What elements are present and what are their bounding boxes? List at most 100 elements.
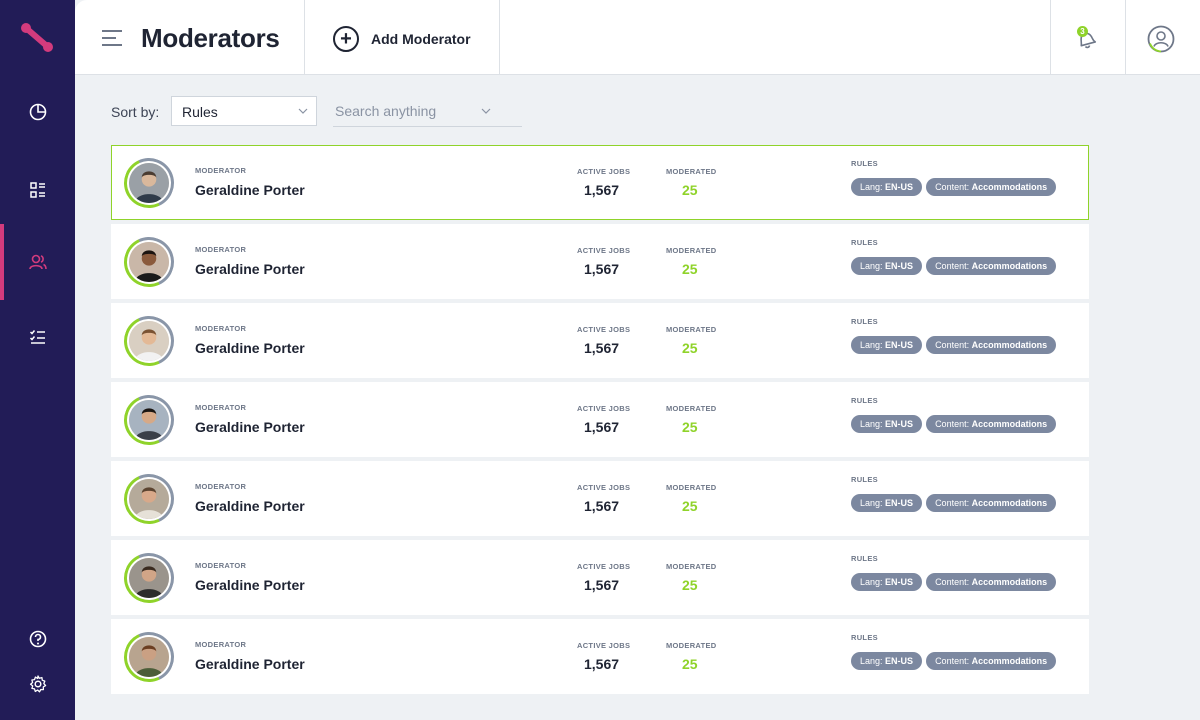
- content-rule-tag[interactable]: Content: Accommodations: [926, 573, 1057, 591]
- moderated-value: 25: [682, 498, 698, 514]
- moderator-row[interactable]: MODERATOR Geraldine Porter ACTIVE JOBS 1…: [111, 145, 1089, 220]
- active-jobs-value: 1,567: [584, 419, 620, 435]
- add-moderator-button[interactable]: + Add Moderator: [333, 26, 471, 52]
- moderator-row[interactable]: MODERATOR Geraldine Porter ACTIVE JOBS 1…: [111, 303, 1089, 378]
- checklist-icon: [29, 330, 45, 344]
- active-jobs-value: 1,567: [584, 182, 620, 198]
- content-rule-tag[interactable]: Content: Accommodations: [926, 494, 1057, 512]
- moderator-row[interactable]: MODERATOR Geraldine Porter ACTIVE JOBS 1…: [111, 224, 1089, 299]
- moderated-column-label: MODERATED: [666, 325, 717, 334]
- moderator-column-label: MODERATOR: [195, 640, 247, 649]
- lang-rule-tag[interactable]: Lang: EN-US: [851, 178, 923, 196]
- avatar-progress-ring: [116, 624, 182, 690]
- gear-icon: [29, 675, 46, 693]
- rule-tags: Lang: EN-US Content: Accommodations: [851, 494, 1057, 512]
- content-rule-tag[interactable]: Content: Accommodations: [926, 257, 1057, 275]
- person-silhouette-icon: [129, 321, 169, 361]
- rule-tags: Lang: EN-US Content: Accommodations: [851, 178, 1057, 196]
- plus-icon: +: [333, 26, 359, 52]
- moderator-name: Geraldine Porter: [195, 577, 305, 593]
- nav-tasks[interactable]: [0, 315, 75, 359]
- help-icon: [29, 630, 46, 648]
- active-jobs-column-label: ACTIVE JOBS: [577, 483, 631, 492]
- active-jobs-value: 1,567: [584, 577, 620, 593]
- moderated-column-label: MODERATED: [666, 562, 717, 571]
- avatar-progress-ring: [116, 150, 182, 216]
- moderated-value: 25: [682, 656, 698, 672]
- page-title: Moderators: [141, 23, 280, 53]
- rules-column-label: RULES: [851, 238, 878, 247]
- moderated-value: 25: [682, 577, 698, 593]
- lang-rule-tag[interactable]: Lang: EN-US: [851, 652, 923, 670]
- avatar: [129, 400, 169, 440]
- moderator-column-label: MODERATOR: [195, 166, 247, 175]
- avatar-progress-ring: [116, 387, 182, 453]
- nav-dashboard[interactable]: [0, 90, 75, 134]
- moderator-row[interactable]: MODERATOR Geraldine Porter ACTIVE JOBS 1…: [111, 461, 1089, 536]
- active-jobs-column-label: ACTIVE JOBS: [577, 167, 631, 176]
- person-silhouette-icon: [129, 479, 169, 519]
- rule-tags: Lang: EN-US Content: Accommodations: [851, 257, 1057, 275]
- moderator-column-label: MODERATOR: [195, 403, 247, 412]
- brand-logo-icon[interactable]: [18, 20, 58, 56]
- sort-select[interactable]: Rules: [171, 96, 317, 126]
- user-profile-button[interactable]: [1147, 25, 1175, 53]
- rules-column-label: RULES: [851, 633, 878, 642]
- content-rule-tag[interactable]: Content: Accommodations: [926, 336, 1057, 354]
- moderated-value: 25: [682, 419, 698, 435]
- moderator-name: Geraldine Porter: [195, 498, 305, 514]
- rule-tags: Lang: EN-US Content: Accommodations: [851, 415, 1057, 433]
- lang-rule-tag[interactable]: Lang: EN-US: [851, 257, 923, 275]
- moderator-row[interactable]: MODERATOR Geraldine Porter ACTIVE JOBS 1…: [111, 619, 1089, 694]
- active-jobs-column-label: ACTIVE JOBS: [577, 404, 631, 413]
- moderated-value: 25: [682, 340, 698, 356]
- sort-label: Sort by:: [111, 104, 160, 120]
- person-silhouette-icon: [129, 242, 169, 282]
- rules-column-label: RULES: [851, 554, 878, 563]
- moderator-row[interactable]: MODERATOR Geraldine Porter ACTIVE JOBS 1…: [111, 540, 1089, 615]
- avatar-progress-ring: [116, 466, 182, 532]
- lang-rule-tag[interactable]: Lang: EN-US: [851, 573, 923, 591]
- nav-settings[interactable]: [0, 662, 75, 706]
- topbar: Moderators + Add Moderator 3: [75, 0, 1200, 75]
- lang-rule-tag[interactable]: Lang: EN-US: [851, 336, 923, 354]
- lang-rule-tag[interactable]: Lang: EN-US: [851, 494, 923, 512]
- notification-badge: 3: [1077, 26, 1088, 37]
- person-silhouette-icon: [129, 637, 169, 677]
- search-input[interactable]: [333, 96, 522, 127]
- rule-tags: Lang: EN-US Content: Accommodations: [851, 652, 1057, 670]
- moderator-column-label: MODERATOR: [195, 482, 247, 491]
- rules-column-label: RULES: [851, 475, 878, 484]
- pie-chart-icon: [29, 103, 46, 121]
- active-jobs-column-label: ACTIVE JOBS: [577, 325, 631, 334]
- divider: [304, 0, 305, 75]
- list-view-icon: [29, 182, 45, 198]
- users-icon: [28, 254, 47, 270]
- nav-moderators[interactable]: [0, 224, 75, 300]
- nav-help[interactable]: [0, 617, 75, 661]
- moderator-row[interactable]: MODERATOR Geraldine Porter ACTIVE JOBS 1…: [111, 382, 1089, 457]
- avatar: [129, 637, 169, 677]
- active-jobs-value: 1,567: [584, 340, 620, 356]
- moderator-name: Geraldine Porter: [195, 656, 305, 672]
- active-jobs-column-label: ACTIVE JOBS: [577, 562, 631, 571]
- active-jobs-column-label: ACTIVE JOBS: [577, 246, 631, 255]
- moderator-list: MODERATOR Geraldine Porter ACTIVE JOBS 1…: [111, 145, 1089, 698]
- moderator-name: Geraldine Porter: [195, 182, 305, 198]
- avatar: [129, 321, 169, 361]
- avatar-progress-ring: [116, 545, 182, 611]
- menu-toggle-icon[interactable]: [102, 29, 122, 47]
- avatar: [129, 558, 169, 598]
- person-silhouette-icon: [129, 558, 169, 598]
- lang-rule-tag[interactable]: Lang: EN-US: [851, 415, 923, 433]
- content-rule-tag[interactable]: Content: Accommodations: [926, 178, 1057, 196]
- active-jobs-value: 1,567: [584, 498, 620, 514]
- nav-list[interactable]: [0, 168, 75, 212]
- divider: [1050, 0, 1051, 75]
- content-rule-tag[interactable]: Content: Accommodations: [926, 415, 1057, 433]
- notifications-button[interactable]: 3: [1073, 26, 1099, 52]
- avatar: [129, 163, 169, 203]
- content-rule-tag[interactable]: Content: Accommodations: [926, 652, 1057, 670]
- moderator-name: Geraldine Porter: [195, 340, 305, 356]
- sort-value: Rules: [182, 104, 218, 120]
